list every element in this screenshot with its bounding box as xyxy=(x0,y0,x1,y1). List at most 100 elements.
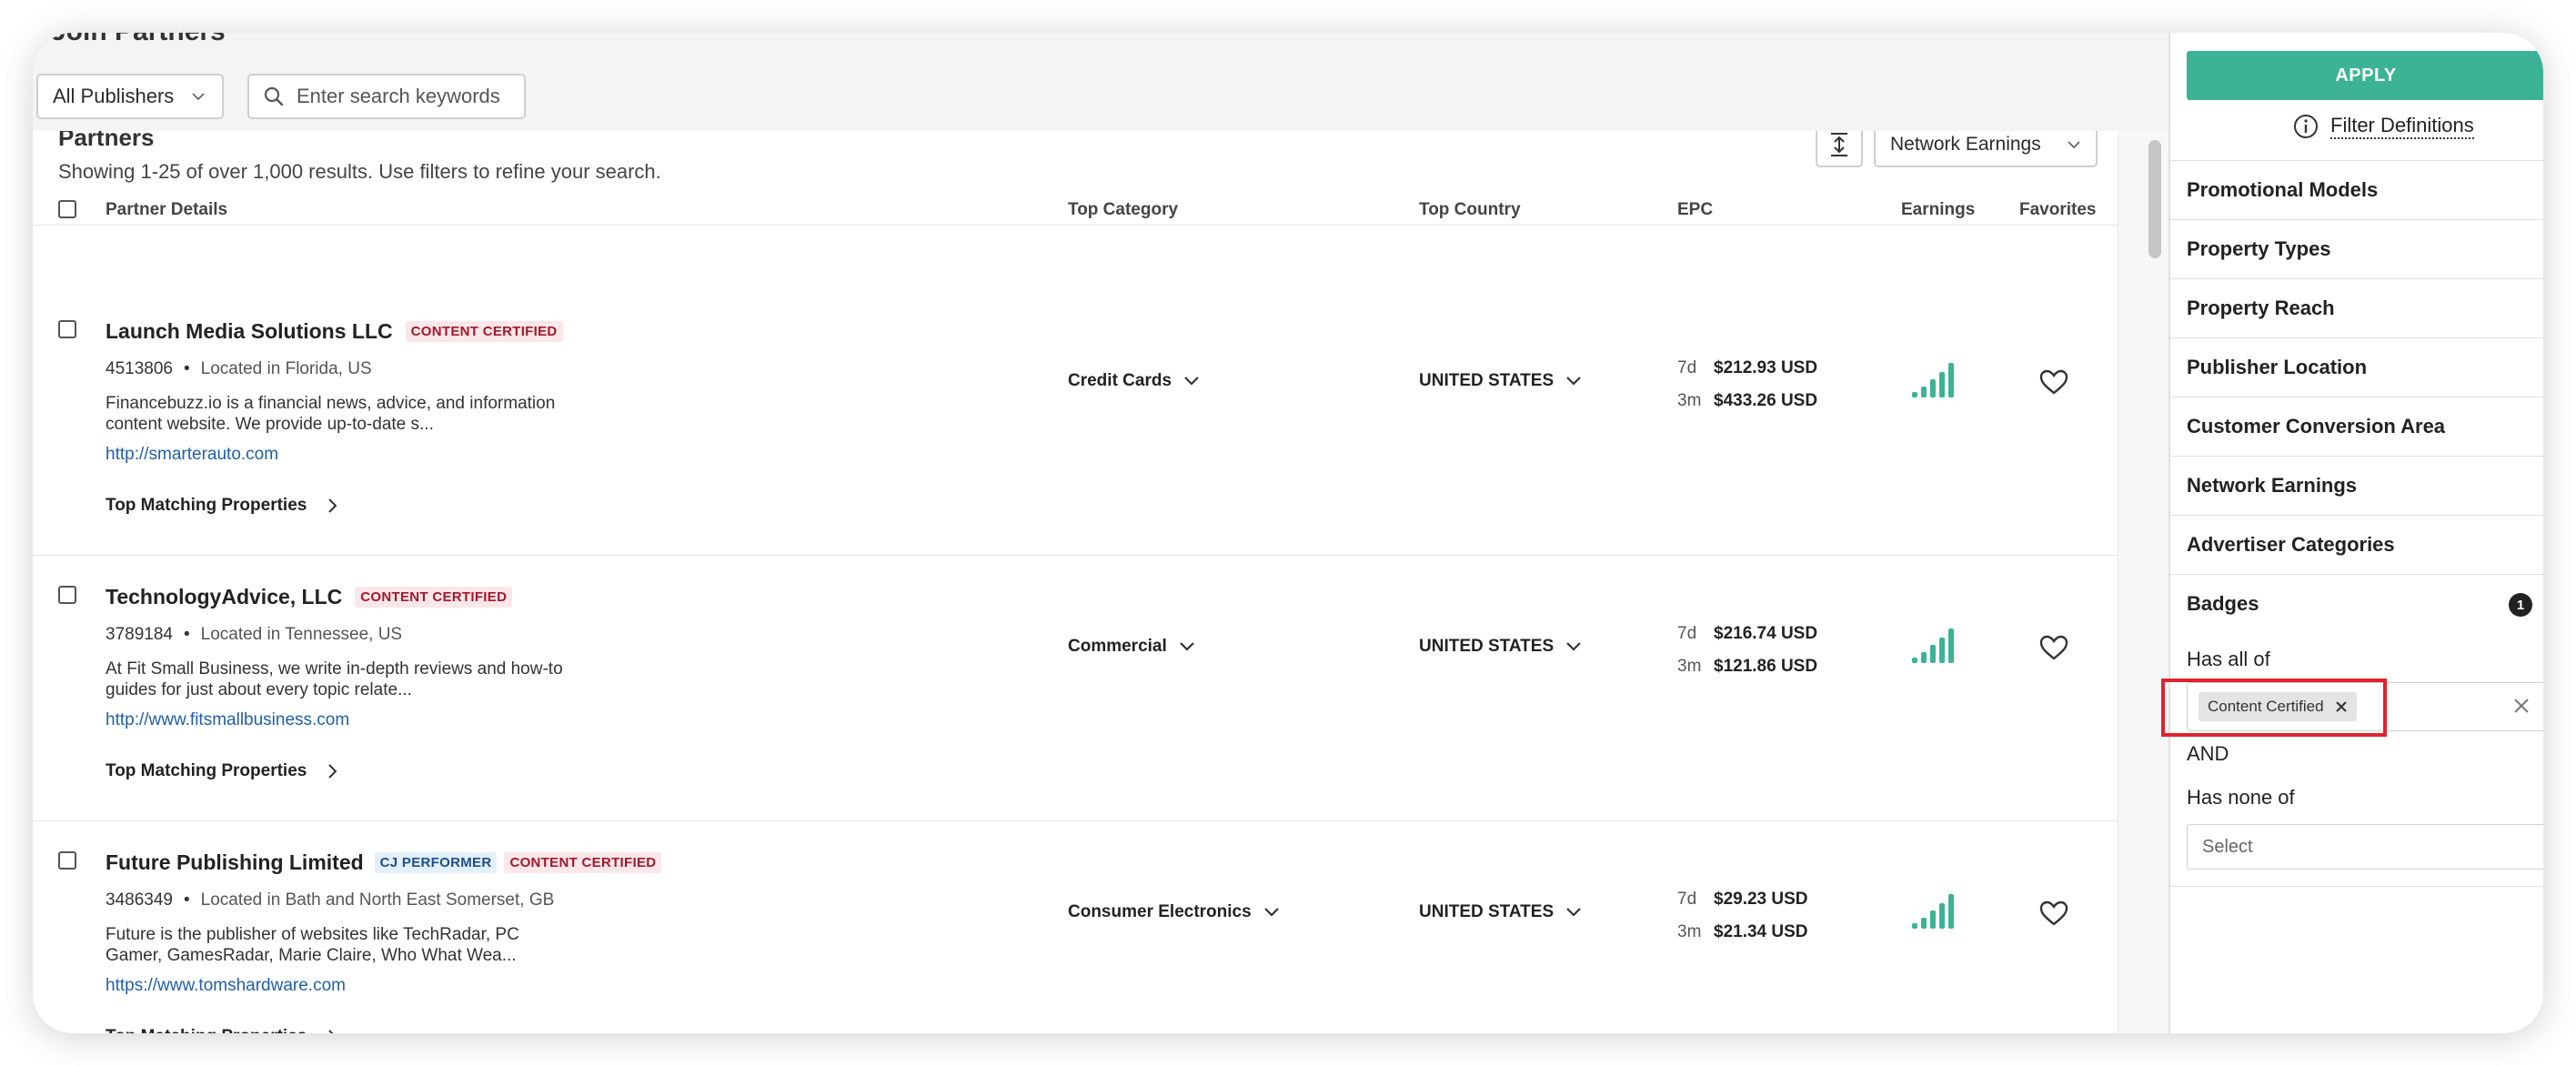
top-matching-properties[interactable]: Top Matching Properties xyxy=(106,496,339,516)
partner-name[interactable]: TechnologyAdvice, LLC xyxy=(106,585,342,609)
col-top-country: Top Country xyxy=(1419,200,1521,219)
and-label: AND xyxy=(2187,742,2229,765)
content-certified-badge: CONTENT CERTIFIED xyxy=(405,321,563,342)
top-matching-label: Top Matching Properties xyxy=(106,496,307,515)
partner-url[interactable]: http://www.fitsmallbusiness.com xyxy=(106,710,349,730)
epc-3m-label: 3m xyxy=(1677,391,1702,410)
app-title: Join Partners xyxy=(51,33,226,47)
filter-definitions-label: Filter Definitions xyxy=(2330,114,2474,139)
top-matching-properties[interactable]: Top Matching Properties xyxy=(106,1027,339,1033)
partner-meta: 4513806 • Located in Florida, US xyxy=(106,359,372,379)
top-matching-label: Top Matching Properties xyxy=(106,761,307,780)
partner-name[interactable]: Launch Media Solutions LLC xyxy=(106,319,393,344)
chevron-down-icon xyxy=(1180,642,1194,651)
country-value: UNITED STATES xyxy=(1419,637,1555,656)
epc-3m-value: $121.86 USD xyxy=(1714,657,1818,676)
partners-main: Partners Showing 1-25 of over 1,000 resu… xyxy=(33,131,2118,1033)
publisher-select[interactable]: All Publishers xyxy=(36,74,224,119)
partner-location: Located in Tennessee, US xyxy=(200,625,403,644)
epc-7d-value: $216.74 USD xyxy=(1714,624,1818,643)
chevron-right-icon xyxy=(328,1030,334,1033)
filter-advertiser-categories[interactable]: Advertiser Categories xyxy=(2170,515,2543,574)
sort-select[interactable]: Network Earnings xyxy=(1874,131,2098,167)
filter-badges[interactable]: Badges 1 xyxy=(2170,574,2543,633)
filter-list: Promotional Models Property Types Proper… xyxy=(2170,160,2543,633)
filter-definitions-link[interactable]: Filter Definitions xyxy=(2292,113,2474,140)
scrollbar-track[interactable] xyxy=(2118,131,2168,1033)
country-value: UNITED STATES xyxy=(1419,902,1555,921)
row-checkbox[interactable] xyxy=(58,586,76,604)
top-category[interactable]: Consumer Electronics xyxy=(1068,902,1281,922)
partner-id: 3789184 xyxy=(106,625,173,644)
top-country[interactable]: UNITED STATES xyxy=(1419,371,1583,391)
category-value: Commercial xyxy=(1068,637,1167,656)
table-row: TechnologyAdvice, LLC CONTENT CERTIFIED … xyxy=(33,556,2118,821)
section-title: Partners xyxy=(58,131,155,151)
partner-name[interactable]: Future Publishing Limited xyxy=(106,850,364,875)
app-window: Join Partners All Publishers Partners Sh… xyxy=(33,33,2543,1033)
search-box[interactable] xyxy=(247,74,526,119)
filter-publisher-location[interactable]: Publisher Location xyxy=(2170,337,2543,397)
heart-icon[interactable] xyxy=(2039,900,2068,927)
apply-button[interactable]: APPLY xyxy=(2187,51,2543,100)
epc-3m-value: $21.34 USD xyxy=(1714,922,1808,941)
content-certified-badge: CONTENT CERTIFIED xyxy=(504,852,662,873)
epc-3m-value: $433.26 USD xyxy=(1714,391,1818,410)
chevron-right-icon xyxy=(328,498,337,513)
search-input[interactable] xyxy=(297,85,515,108)
filter-property-reach[interactable]: Property Reach xyxy=(2170,278,2543,337)
country-value: UNITED STATES xyxy=(1419,371,1555,390)
top-category[interactable]: Credit Cards xyxy=(1068,371,1201,391)
sort-select-value: Network Earnings xyxy=(1890,134,2041,155)
badges-label: Badges xyxy=(2187,592,2259,615)
epc-7d-label: 7d xyxy=(1677,890,1697,909)
chevron-down-icon xyxy=(1263,908,1279,917)
badges-count: 1 xyxy=(2509,593,2532,617)
scrollbar-thumb[interactable] xyxy=(2148,140,2161,258)
select-all-checkbox[interactable] xyxy=(58,200,76,218)
partner-description: At Fit Small Business, we write in-depth… xyxy=(106,659,563,699)
heart-icon[interactable] xyxy=(2039,634,2068,661)
info-icon xyxy=(2294,115,2318,138)
col-epc: EPC xyxy=(1677,200,1714,219)
filter-network-earnings[interactable]: Network Earnings xyxy=(2170,456,2543,515)
has-all-of-label: Has all of xyxy=(2187,648,2270,670)
partner-url[interactable]: http://smarterauto.com xyxy=(106,445,278,465)
earnings-bars-icon xyxy=(1912,629,1954,663)
clear-all-icon[interactable] xyxy=(2510,694,2533,718)
table-row: Launch Media Solutions LLC CONTENT CERTI… xyxy=(33,290,2118,556)
partner-meta: 3486349 • Located in Bath and North East… xyxy=(106,890,554,910)
dot-separator: • xyxy=(183,625,190,644)
top-country[interactable]: UNITED STATES xyxy=(1419,902,1583,922)
row-checkbox[interactable] xyxy=(58,851,76,870)
top-matching-label: Top Matching Properties xyxy=(106,1027,307,1033)
has-none-of-select[interactable]: Select xyxy=(2187,824,2543,870)
dot-separator: • xyxy=(183,890,190,910)
chevron-down-icon xyxy=(1566,908,1581,917)
filter-property-types[interactable]: Property Types xyxy=(2170,219,2543,278)
top-country[interactable]: UNITED STATES xyxy=(1419,637,1583,657)
chevron-down-icon xyxy=(2068,141,2080,149)
panel-divider xyxy=(2170,886,2543,887)
row-checkbox[interactable] xyxy=(58,320,76,338)
category-value: Consumer Electronics xyxy=(1068,902,1252,921)
export-button[interactable] xyxy=(1816,131,1863,167)
top-category[interactable]: Commercial xyxy=(1068,637,1196,657)
filter-customer-conversion-area[interactable]: Customer Conversion Area xyxy=(2170,397,2543,456)
chevron-down-icon xyxy=(1566,377,1581,386)
table-row: Future Publishing Limited CJ PERFORMER C… xyxy=(33,821,2118,1033)
filter-promotional-models[interactable]: Promotional Models xyxy=(2170,160,2543,219)
epc-7d-label: 7d xyxy=(1677,358,1697,377)
publisher-select-value: All Publishers xyxy=(53,85,175,107)
epc-7d-value: $212.93 USD xyxy=(1714,358,1818,377)
heart-icon[interactable] xyxy=(2039,368,2068,396)
top-matching-properties[interactable]: Top Matching Properties xyxy=(106,761,339,781)
top-toolbar: Join Partners All Publishers xyxy=(33,33,2168,131)
chevron-down-icon xyxy=(1184,377,1199,386)
partner-url[interactable]: https://www.tomshardware.com xyxy=(106,976,346,996)
chevron-down-icon xyxy=(192,93,205,101)
epc-7d-value: $29.23 USD xyxy=(1714,890,1808,909)
partner-location: Located in Bath and North East Somerset,… xyxy=(200,890,555,910)
partner-id: 3486349 xyxy=(106,890,173,910)
content-certified-badge: CONTENT CERTIFIED xyxy=(355,587,513,608)
